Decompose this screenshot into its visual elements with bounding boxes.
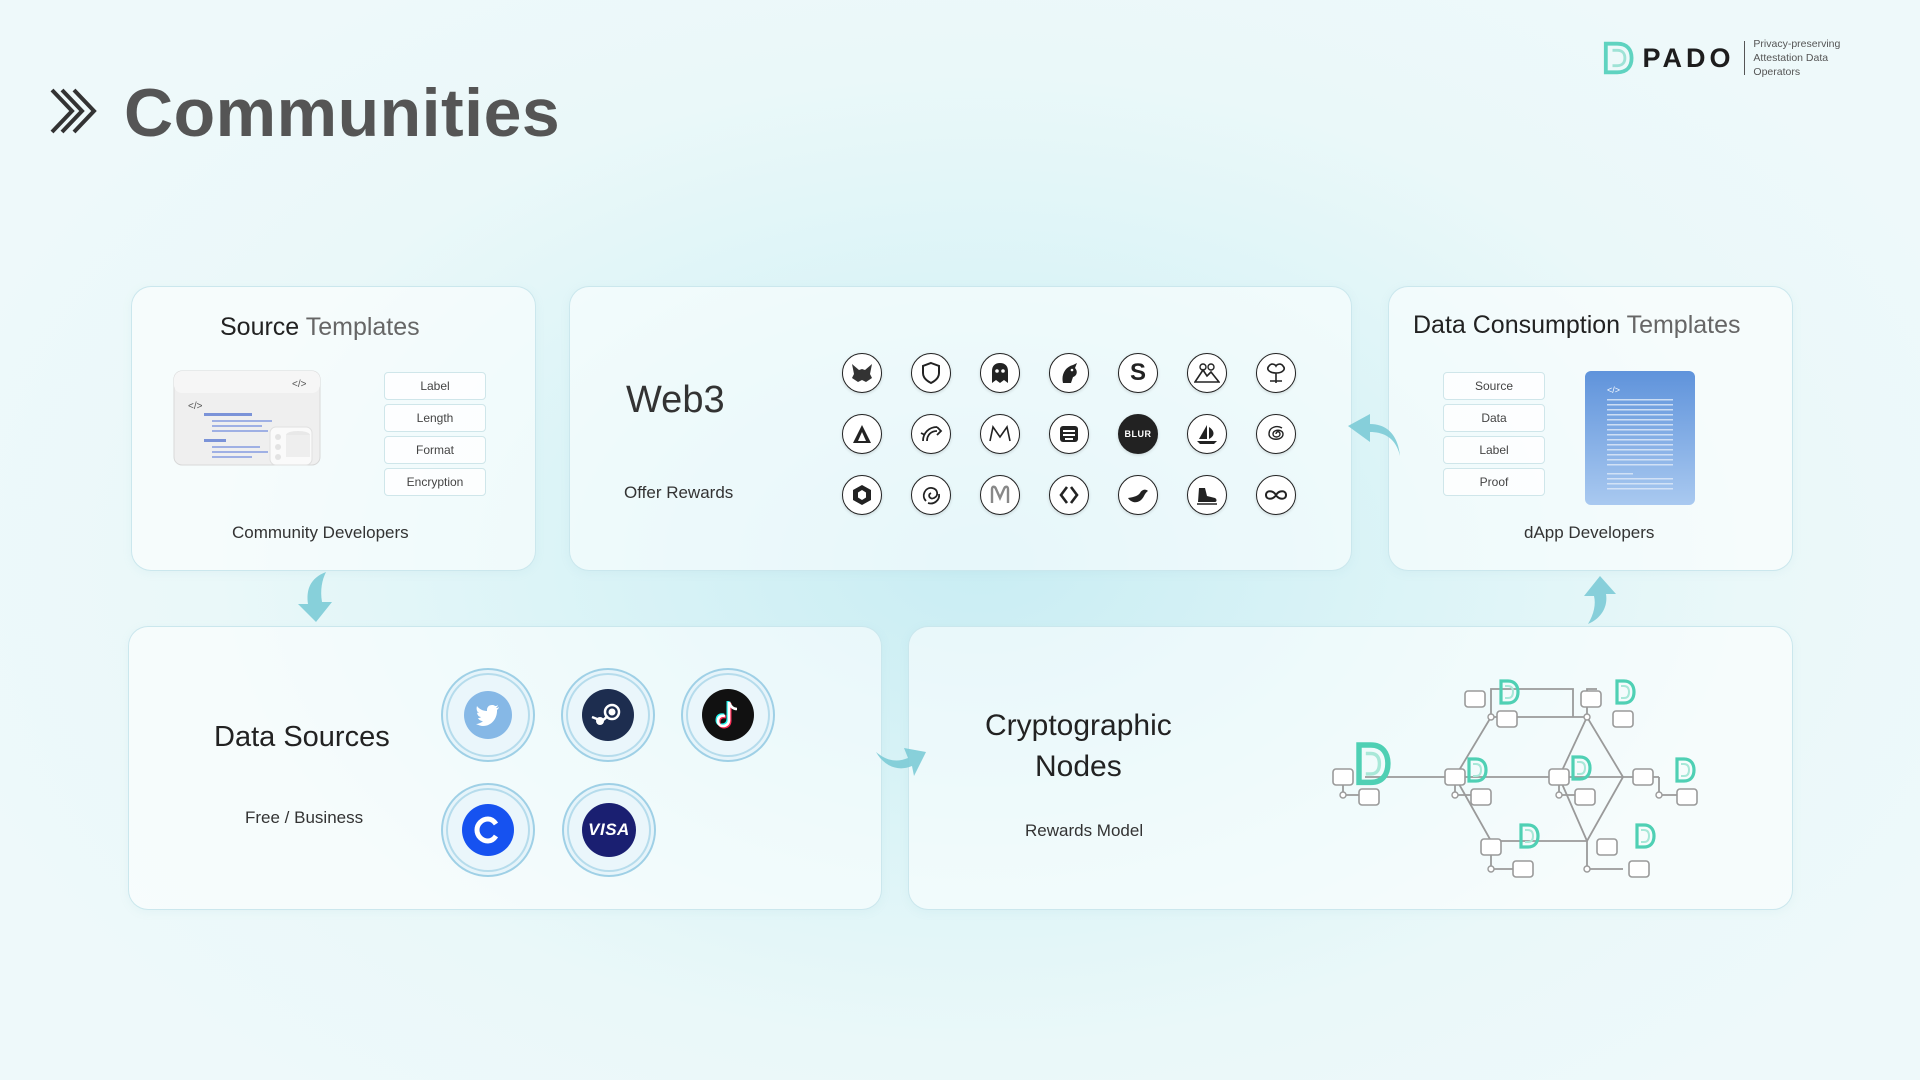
document-illustration: </> — [1585, 371, 1695, 505]
brand-name: PADO — [1642, 42, 1735, 73]
steam-icon — [568, 675, 648, 755]
arrow-down-icon — [298, 572, 332, 622]
sail-icon — [1187, 414, 1227, 454]
source-field-format: Format — [384, 436, 486, 464]
pado-mark-icon — [1603, 41, 1634, 75]
metamask-icon — [842, 353, 882, 393]
mountain-icon — [1187, 353, 1227, 393]
arrow-right-icon — [876, 748, 926, 776]
crypto-nodes-card: Cryptographic Nodes Rewards Model — [908, 626, 1793, 910]
data-consumption-caption: dApp Developers — [1524, 523, 1655, 542]
s-icon: S — [1118, 353, 1158, 393]
arrow-left-icon — [1348, 414, 1400, 456]
svg-text:</>: </> — [188, 401, 203, 412]
tiktok-icon — [688, 675, 768, 755]
svg-text:</>: </> — [1607, 385, 1620, 395]
data-sources-title: Data Sources — [214, 721, 390, 753]
m-icon — [980, 414, 1020, 454]
consumption-field-source: Source — [1443, 372, 1545, 400]
arrow-up-icon — [1584, 576, 1616, 624]
code-template-illustration: </> </> — [173, 370, 321, 466]
triangle-icon — [842, 414, 882, 454]
source-templates-card: Source Templates </> </> Label Length Fo… — [131, 286, 536, 571]
source-field-label: Label — [384, 372, 486, 400]
consumption-field-label: Label — [1443, 436, 1545, 464]
dragon-icon — [911, 414, 951, 454]
blur-icon: BLUR — [1118, 414, 1158, 454]
box-icon — [1049, 414, 1089, 454]
web3-subtitle: Offer Rewards — [624, 483, 734, 502]
page-title: Communities — [124, 75, 561, 151]
web3-title: Web3 — [626, 379, 725, 421]
source-templates-caption: Community Developers — [232, 523, 409, 542]
cube-icon — [842, 475, 882, 515]
swirl-icon — [911, 475, 951, 515]
boot-icon — [1187, 475, 1227, 515]
tree-icon — [1256, 353, 1296, 393]
source-templates-title: Source Templates — [220, 313, 420, 341]
coinbase-icon — [448, 790, 528, 870]
mm-icon — [980, 475, 1020, 515]
data-consumption-card: Data Consumption Templates Source Data L… — [1388, 286, 1793, 571]
pado-logo: PADO Privacy-preserving Attestation Data… — [1602, 38, 1872, 78]
source-field-encryption: Encryption — [384, 468, 486, 496]
web3-card: Web3 Offer Rewards S BLUR — [569, 286, 1352, 571]
double-chevron-icon — [50, 88, 97, 134]
svg-text:</>: </> — [292, 379, 307, 390]
visa-icon: VISA — [569, 790, 649, 870]
wave-icon — [1118, 475, 1158, 515]
data-sources-subtitle: Free / Business — [245, 808, 364, 827]
unicorn-icon — [1049, 353, 1089, 393]
brackets-icon — [1049, 475, 1089, 515]
shield-icon — [911, 353, 951, 393]
consumption-field-proof: Proof — [1443, 468, 1545, 496]
source-field-length: Length — [384, 404, 486, 432]
ghost-icon — [980, 353, 1020, 393]
data-consumption-title: Data Consumption Templates — [1413, 311, 1741, 339]
node-network-diagram — [1332, 679, 1698, 878]
data-sources-card: Data Sources Free / Business VISA — [128, 626, 882, 910]
crypto-nodes-subtitle: Rewards Model — [1025, 821, 1144, 840]
spiral-icon — [1256, 414, 1296, 454]
consumption-field-data: Data — [1443, 404, 1545, 432]
infinity-icon — [1256, 475, 1296, 515]
brand-tagline: Privacy-preserving Attestation Data Oper… — [1753, 38, 1841, 78]
crypto-nodes-title: Cryptographic Nodes — [985, 709, 1172, 783]
twitter-icon — [448, 675, 528, 755]
